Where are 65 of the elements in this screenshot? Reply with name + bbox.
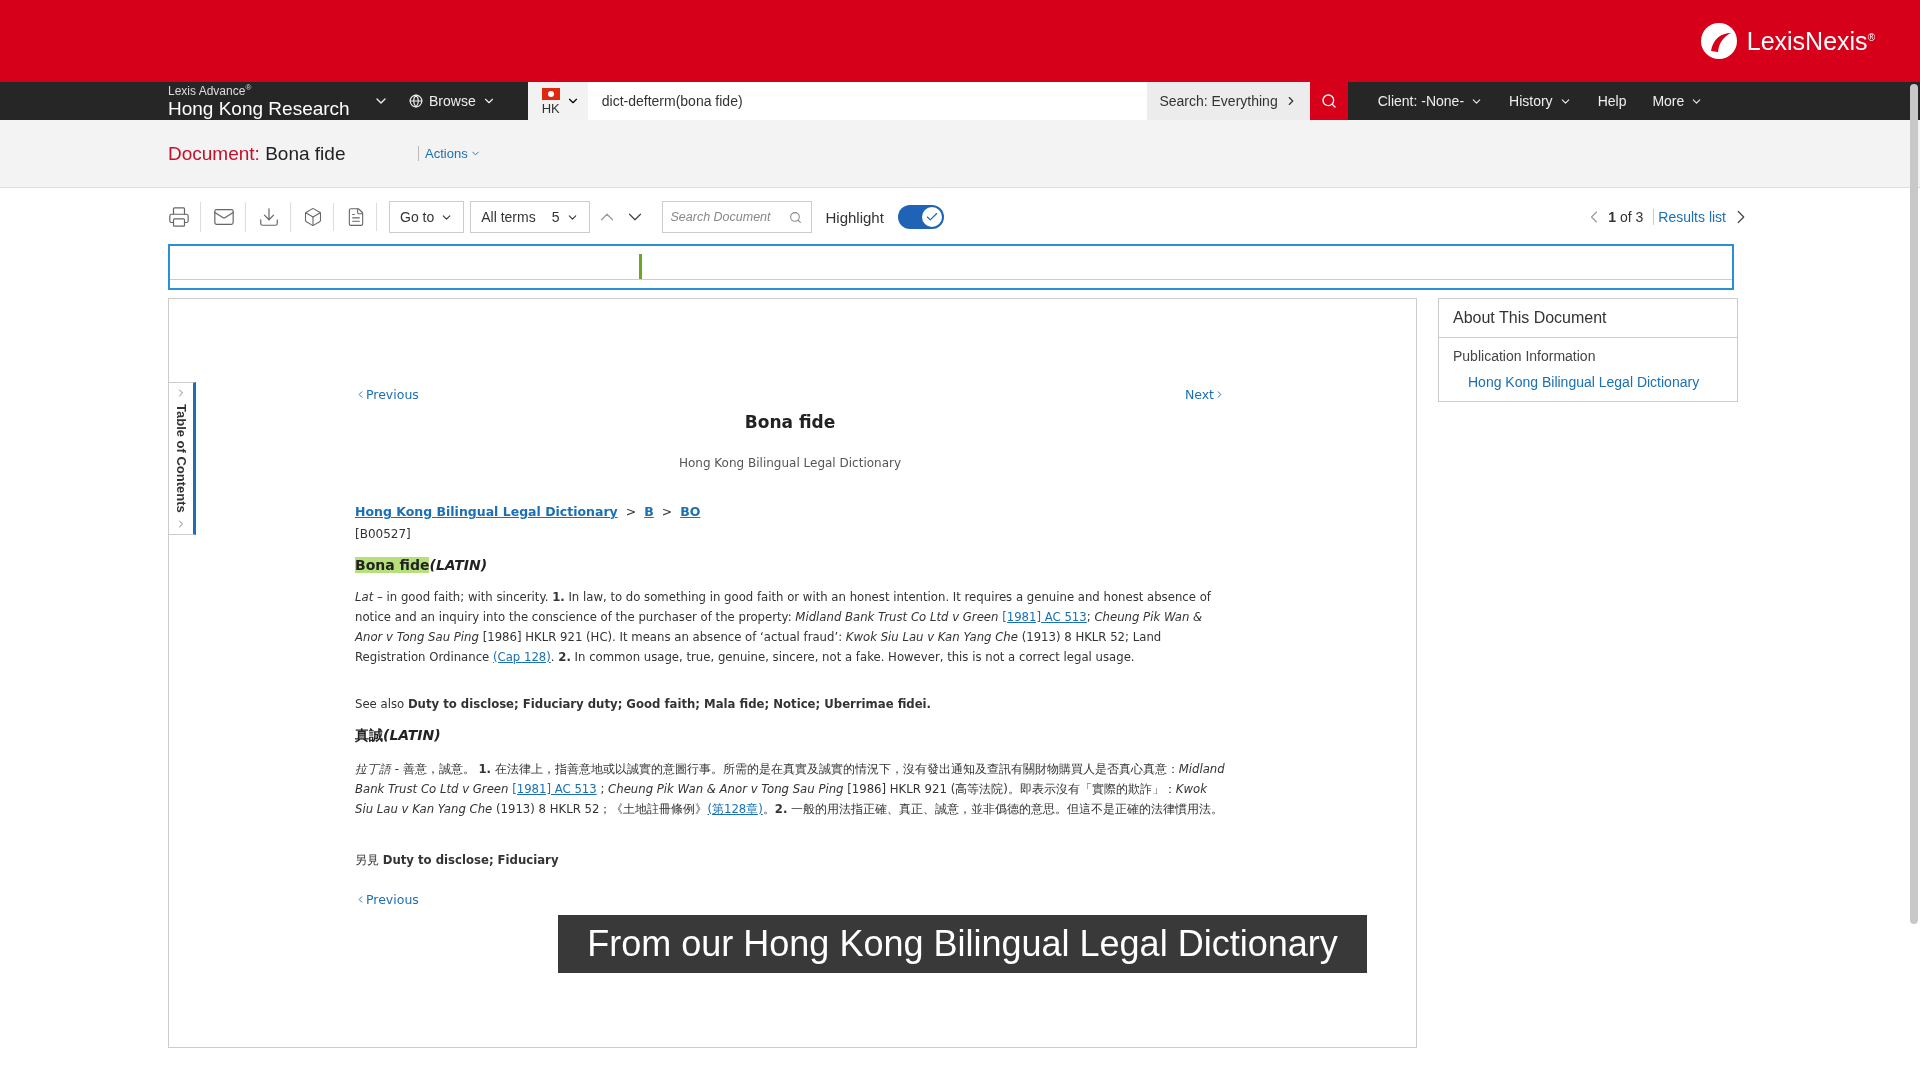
definition-text: Lat – in good faith; with sincerity. 1. In law, to do something in good faith or with an honest intention. It requires a genuine and honest absence of notice and an inquiry into the conscience of the purchaser of the property: Midland Bank Trust Co Ltd v Green [1981] AC 513; Cheung Pik Wan & Anor v Tong Sau Ping [1986] HKLR 921 (HC). It means an absence of ‘actual fraud’: Kwok Siu Lau v Kan Yang Che (1913) 8 HKLR 52; Land Registration Ordinance (Cap 128). 2. In common usage, true, genuine, sincere, not a fake. However, this is not a correct legal usage. [355, 589, 1212, 666]
highlight-toggle[interactable] [897, 205, 944, 229]
nav-menu-item[interactable]: Client: -None- [1367, 82, 1494, 120]
previous-link[interactable]: Previous [355, 892, 419, 907]
citation-link[interactable]: [1981] AC 513 [1002, 610, 1087, 624]
browse-button[interactable]: Browse [399, 82, 506, 120]
search-scope-button[interactable]: Search: Everything [1147, 82, 1310, 120]
entry-title: Bona fide [743, 412, 837, 432]
publication-link[interactable]: Hong Kong Bilingual Legal Dictionary [1468, 374, 1737, 390]
document-search-field[interactable]: Search Document [661, 201, 812, 233]
box-icon [303, 207, 323, 227]
breadcrumb-link[interactable]: Hong Kong Bilingual Legal Dictionary [355, 504, 618, 519]
search-icon [1320, 93, 1337, 109]
nav-menu-item[interactable]: More [1642, 82, 1714, 120]
source-name: Hong Kong Bilingual Legal Dictionary [677, 456, 903, 470]
product-line: Lexis Advance$^{®}$ [168, 84, 253, 97]
globe-icon [409, 94, 423, 108]
jurisdiction-select[interactable]: HK [527, 82, 588, 120]
breadcrumb-separator: > [661, 504, 673, 519]
download-button[interactable] [258, 202, 291, 232]
table-of-contents-tab[interactable]: Table of Contents [168, 382, 196, 535]
download-icon [258, 206, 280, 228]
search-icon [788, 210, 802, 224]
mail-icon [213, 206, 235, 228]
nav-menu-item[interactable]: History [1499, 82, 1582, 120]
citation-link[interactable]: [1981] AC 513 [512, 782, 597, 796]
entry-code: [B00527] [355, 527, 412, 541]
logo-icon [1698, 21, 1739, 61]
headword: 真誠(LATIN) [355, 727, 442, 745]
section-label: Publication Information [1452, 347, 1597, 364]
scrollbar[interactable] [1910, 84, 1918, 924]
page-indicator: 1 of 3 [1608, 209, 1655, 225]
results-list-link[interactable]: Results list [1658, 209, 1726, 225]
document-icon [346, 207, 366, 227]
see-also-text: See also Duty to disclose; Fiduciary duty; Good faith; Mala fide; Notice; Uberrimae fidei. [355, 697, 933, 711]
document-title: Document: Bona fide [168, 142, 347, 165]
breadcrumb-link[interactable]: BO [680, 504, 701, 519]
see-also-text: 另見 Duty to disclose; Fiduciary [355, 853, 560, 868]
definition-text: 拉丁語 - 善意，誠意。 1. 在法律上，指善意地或以誠實的意圖行事。所需的是在真實及誠實的情況下，沒有發出通知及查訊有關財物購買人是否真心真意：Midland Bank Trust Co Ltd v Green [1981] AC 513 ; Cheung Pik Wan & Anor v Tong Sau Ping [1986] HKLR 921 (高等法院)。即表示沒有「實際的欺詐」：Kwok Siu Lau v Kan Yang Che (1913) 8 HKLR 52；《土地註冊條例》(第128章)。2. 一般的用法指正確、真正、誠意，並非僞德的意思。但這不是正確的法律慣用法。 [355, 761, 1225, 818]
headword: Bona fide(LATIN) [355, 557, 489, 573]
brand-name: LexisNexis$^{®}$ [1746, 26, 1875, 56]
document-button[interactable] [346, 203, 377, 231]
breadcrumb-separator: > [625, 504, 637, 519]
search-button[interactable] [1309, 82, 1348, 120]
actions-menu[interactable]: Actions [418, 146, 481, 161]
product-name: Hong Kong Research [168, 99, 351, 118]
video-caption: From our Hong Kong Bilingual Legal Dictionary [558, 915, 1367, 973]
citation-link[interactable]: (第128章) [707, 802, 763, 816]
next-link[interactable]: Next [1184, 387, 1225, 402]
hit-map-bar[interactable] [168, 244, 1734, 290]
check-icon [924, 210, 939, 224]
search-field[interactable]: dict-defterm(bona fide) [587, 82, 1148, 120]
nav-menu-item[interactable]: Help [1587, 82, 1637, 120]
email-button[interactable] [213, 202, 246, 232]
terms-dropdown[interactable]: All terms 5 [470, 201, 590, 233]
print-icon [168, 206, 190, 228]
previous-link[interactable]: Previous [355, 387, 419, 402]
flag-icon [541, 87, 560, 100]
about-title: About This Document [1439, 299, 1737, 338]
breadcrumb-link[interactable]: B [644, 504, 654, 519]
box-button[interactable] [303, 203, 334, 231]
highlight-label: Highlight [825, 208, 884, 226]
citation-link[interactable]: (Cap 128) [492, 650, 551, 664]
go-to-dropdown[interactable]: Go to [389, 201, 465, 233]
print-button[interactable] [168, 202, 201, 232]
